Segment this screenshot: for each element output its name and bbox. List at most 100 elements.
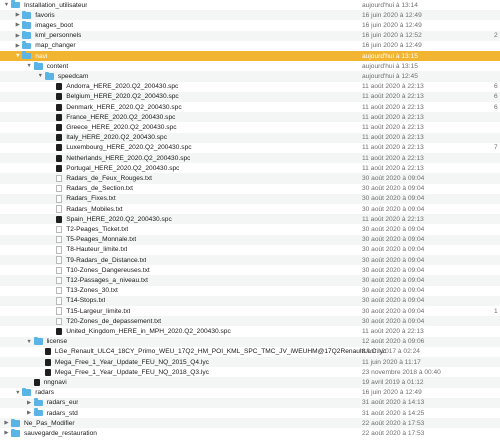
file-row[interactable]: T2-Peages_Ticket.txt 30 août 2020 à 09:04: [0, 224, 500, 234]
disclosure-collapsed-icon[interactable]: ▶: [3, 420, 10, 426]
folder-row[interactable]: ▶ kml_personnels 16 juin 2020 à 12:52 2: [0, 30, 500, 41]
file-row[interactable]: T14-Stops.txt 30 août 2020 à 09:04: [0, 295, 500, 306]
item-date-modified: aujourd'hui à 13:15: [362, 52, 418, 60]
item-name: Radars_Mobiles.txt: [66, 205, 123, 213]
item-date-modified: 30 août 2020 à 09:04: [362, 205, 425, 213]
disclosure-collapsed-icon[interactable]: ▶: [3, 430, 10, 436]
folder-row[interactable]: ▼ content aujourd'hui à 13:15: [0, 61, 500, 71]
item-date-modified: 16 juin 2020 à 12:49: [362, 389, 422, 397]
file-row[interactable]: Belgium_HERE_2020.Q2_200430.spc 11 août 2…: [0, 91, 500, 102]
item-name: nngnavi: [43, 378, 67, 386]
file-row[interactable]: Radars_de_Feux_Rouges.txt 30 août 2020 à …: [0, 173, 500, 184]
item-size-truncated: 1: [494, 307, 498, 315]
item-date-modified: 11 août 2020 à 22:13: [362, 123, 424, 131]
file-row[interactable]: T12-Passages_a_niveau.txt 30 août 2020 à …: [0, 275, 500, 286]
file-row[interactable]: Denmark_HERE_2020.Q2_200430.spc 11 août 2…: [0, 102, 500, 112]
folder-row[interactable]: ▼ radars 16 juin 2020 à 12:49: [0, 388, 500, 398]
disclosure-expanded-icon[interactable]: ▼: [26, 63, 33, 69]
file-row[interactable]: Mega_Free_1_Year_Update_FEU_NQ_2018_Q3.l…: [0, 367, 500, 377]
folder-icon: [33, 61, 43, 70]
file-row[interactable]: T20-Zones_de_depassement.txt 30 août 2020…: [0, 316, 500, 327]
file-row[interactable]: United_Kingdom_HERE_in_MPH_2020.Q2_20043…: [0, 326, 500, 336]
file-row[interactable]: T10-Zones_Dangereuses.txt 30 août 2020 à …: [0, 265, 500, 275]
file-row[interactable]: Spain_HERE_2020.Q2_200430.spc 11 août 202…: [0, 214, 500, 225]
folder-row[interactable]: ▶ images_boot 16 juin 2020 à 12:49: [0, 20, 500, 30]
file-row[interactable]: T5-Peages_Monnale.txt 30 août 2020 à 09:0…: [0, 234, 500, 245]
file-light-icon: [56, 276, 63, 285]
item-date-modified: 22 août 2020 à 17:53: [362, 419, 425, 427]
file-row[interactable]: Radars_Mobiles.txt 30 août 2020 à 09:04: [0, 204, 500, 214]
folder-row[interactable]: ▼ navi aujourd'hui à 13:15: [0, 51, 500, 62]
disclosure-collapsed-icon[interactable]: ▶: [14, 22, 21, 28]
file-dark-icon: [56, 134, 63, 142]
item-name: Luxembourg_HERE_2020.Q2_200430.spc: [66, 144, 192, 152]
file-row[interactable]: T9-Radars_de_Distance.txt 30 août 2020 à …: [0, 255, 500, 266]
item-name: Denmark_HERE_2020.Q2_200430.spc: [66, 103, 182, 111]
item-name: T14-Stops.txt: [66, 297, 106, 305]
disclosure-collapsed-icon[interactable]: ▶: [26, 410, 33, 416]
item-name: Netherlands_HERE_2020.Q2_200430.spc: [66, 154, 191, 162]
folder-row[interactable]: ▶ radars_eur 31 août 2020 à 14:13: [0, 397, 500, 408]
disclosure-collapsed-icon[interactable]: ▶: [26, 400, 33, 406]
disclosure-collapsed-icon[interactable]: ▶: [14, 33, 21, 39]
file-dark-icon: [56, 327, 63, 335]
disclosure-expanded-icon[interactable]: ▼: [26, 339, 33, 345]
file-light-icon: [56, 256, 63, 264]
disclosure-expanded-icon[interactable]: ▼: [14, 390, 21, 396]
file-dark-icon: [44, 348, 51, 356]
item-name: T10-Zones_Dangereuses.txt: [66, 266, 150, 274]
folder-icon: [22, 51, 32, 60]
folder-row[interactable]: ▼ license 12 août 2020 à 09:06: [0, 336, 500, 347]
item-name: United_Kingdom_HERE_in_MPH_2020.Q2_20043…: [66, 327, 231, 335]
file-row[interactable]: France_HERE_2020.Q2_200430.spc 11 août 20…: [0, 112, 500, 123]
item-size-truncated: 6: [494, 103, 498, 111]
disclosure-expanded-icon[interactable]: ▼: [37, 73, 44, 79]
file-dark-icon: [56, 103, 63, 111]
item-name: Andorra_HERE_2020.Q2_200430.spc: [66, 83, 179, 91]
file-row[interactable]: T15-Largeur_limite.txt 30 août 2020 à 09:…: [0, 306, 500, 316]
file-light-icon: [56, 286, 63, 295]
disclosure-collapsed-icon[interactable]: ▶: [14, 43, 21, 49]
file-row[interactable]: Portugal_HERE_2020.Q2_200430.spc 11 août …: [0, 163, 500, 173]
file-row[interactable]: Radars_Fixes.txt 30 août 2020 à 09:04: [0, 193, 500, 204]
item-date-modified: 16 juin 2020 à 12:52: [362, 32, 422, 40]
file-row[interactable]: Greece_HERE_2020.Q2_200430.spc 11 août 20…: [0, 122, 500, 132]
file-row[interactable]: T13-Zones_30.txt 30 août 2020 à 09:04: [0, 286, 500, 296]
disclosure-expanded-icon[interactable]: ▼: [3, 2, 10, 8]
item-name: T8-Hauteur_limite.txt: [66, 246, 128, 254]
file-row[interactable]: T8-Hauteur_limite.txt 30 août 2020 à 09:0…: [0, 245, 500, 255]
item-date-modified: 16 juin 2020 à 12:49: [362, 42, 422, 50]
file-light-icon: [56, 184, 63, 193]
item-name: T15-Largeur_limite.txt: [66, 307, 131, 315]
folder-row[interactable]: ▶ radars_std 31 août 2020 à 14:25: [0, 408, 500, 418]
item-name: T5-Peages_Monnale.txt: [66, 236, 137, 244]
folder-row[interactable]: ▼ Installation_utilisateur aujourd'hui à 1…: [0, 0, 500, 10]
file-row[interactable]: Italy_HERE_2020.Q2_200430.spc 11 août 202…: [0, 132, 500, 143]
item-name: Portugal_HERE_2020.Q2_200430.spc: [66, 164, 180, 172]
file-dark-icon: [56, 144, 63, 152]
item-name: sauvegarde_restauration: [24, 429, 97, 437]
disclosure-collapsed-icon[interactable]: ▶: [14, 12, 21, 18]
file-row[interactable]: nngnavi 19 avril 2019 à 01:12: [0, 377, 500, 388]
item-date-modified: 30 août 2020 à 09:04: [362, 256, 425, 264]
item-name: map_changer: [35, 42, 76, 50]
item-date-modified: 11 août 2020 à 22:13: [362, 327, 424, 335]
file-row[interactable]: Netherlands_HERE_2020.Q2_200430.spc 11 ao…: [0, 153, 500, 164]
folder-icon: [22, 20, 32, 29]
folder-row[interactable]: ▶ Ne_Pas_Modifier 22 août 2020 à 17:53: [0, 418, 500, 429]
folder-icon: [11, 428, 20, 437]
folder-row[interactable]: ▼ speedcam aujourd'hui à 12:45: [0, 71, 500, 82]
disclosure-expanded-icon[interactable]: ▼: [14, 53, 21, 59]
file-row[interactable]: Mega_Free_1_Year_Update_FEU_NQ_2015_Q4.l…: [0, 357, 500, 368]
folder-icon: [33, 398, 43, 407]
item-date-modified: 11 août 2020 à 22:13: [362, 83, 424, 91]
folder-row[interactable]: ▶ map_changer 16 juin 2020 à 12:49: [0, 41, 500, 51]
folder-row[interactable]: ▶ favoris 16 juin 2020 à 12:49: [0, 10, 500, 21]
folder-row[interactable]: ▶ sauvegarde_restauration 22 août 2020 à 1…: [0, 428, 500, 438]
file-row[interactable]: Andorra_HERE_2020.Q2_200430.spc 11 août 2…: [0, 82, 500, 92]
file-row[interactable]: Radars_de_Section.txt 30 août 2020 à 09:0…: [0, 184, 500, 194]
file-row[interactable]: LGe_Renault_ULC4_18CY_Primo_WEU_17Q2_HM_…: [0, 347, 500, 357]
item-date-modified: 11 août 2020 à 22:13: [362, 113, 424, 121]
file-row[interactable]: Luxembourg_HERE_2020.Q2_200430.spc 11 aoû…: [0, 143, 500, 153]
item-date-modified: 11 août 2020 à 22:13: [362, 154, 424, 162]
